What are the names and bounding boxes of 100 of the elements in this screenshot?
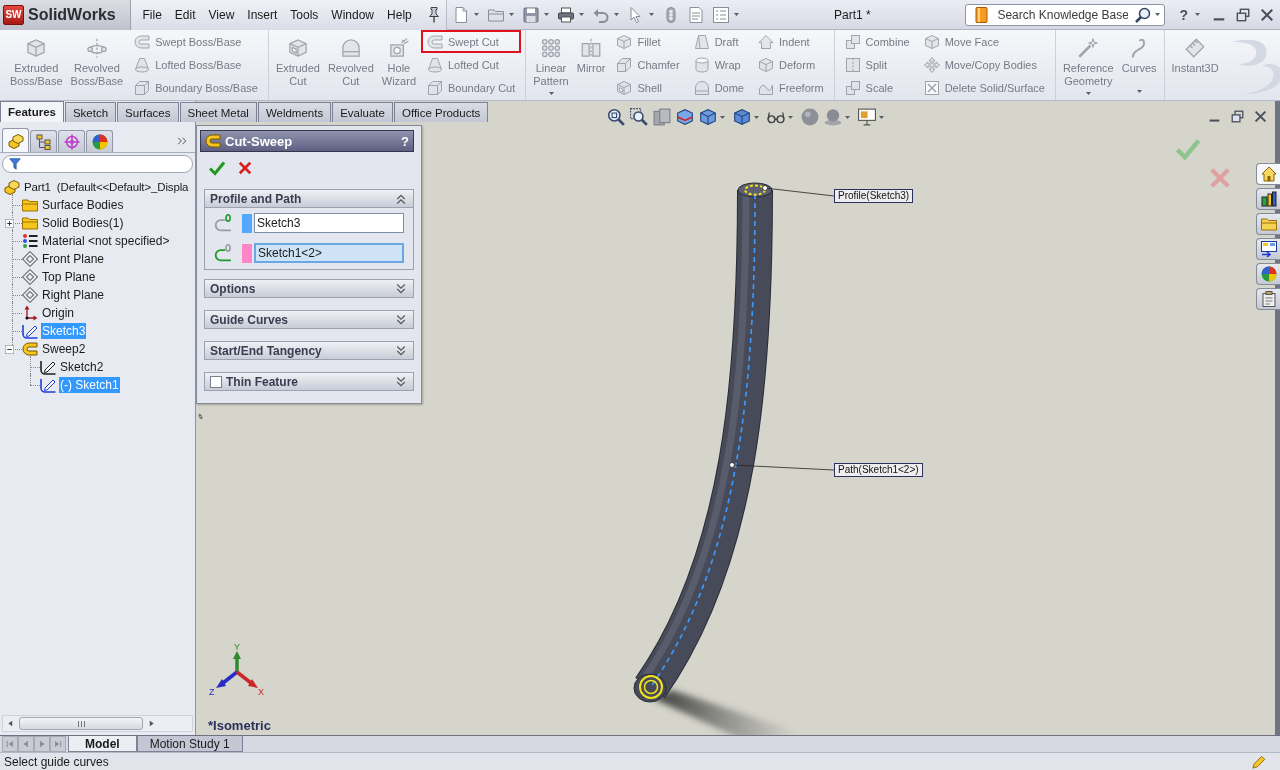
- tree-item[interactable]: Right Plane: [41, 287, 106, 303]
- caret-icon[interactable]: [649, 13, 655, 16]
- restore-icon[interactable]: [1231, 110, 1244, 123]
- plus-box-icon[interactable]: [5, 218, 14, 228]
- floppy-icon[interactable]: [523, 6, 540, 23]
- caret-icon[interactable]: [754, 115, 759, 119]
- zoom-area-icon[interactable]: [630, 108, 648, 126]
- tree-item[interactable]: Part1 (Default<<Default>_Displa: [23, 179, 190, 195]
- cube-icon: [616, 33, 633, 50]
- menu-item[interactable]: View: [202, 4, 241, 25]
- tab[interactable]: Evaluate: [332, 102, 393, 122]
- callout-label[interactable]: Path(Sketch1<2>): [834, 463, 923, 477]
- tree-item[interactable]: Top Plane: [41, 269, 97, 285]
- double-triangle-icon[interactable]: [197, 413, 204, 420]
- double-chevron-icon[interactable]: [177, 136, 187, 146]
- tab[interactable]: Sketch: [64, 102, 117, 122]
- selection-field[interactable]: Sketch3: [254, 213, 404, 233]
- caret-icon[interactable]: [509, 13, 515, 16]
- minus-box-icon[interactable]: [5, 344, 14, 354]
- tree-item[interactable]: Surface Bodies: [41, 197, 125, 213]
- printer-icon[interactable]: [558, 6, 575, 23]
- tab[interactable]: Surfaces: [117, 102, 179, 122]
- caret-icon[interactable]: [544, 13, 550, 16]
- task-pane-tab[interactable]: [1256, 288, 1280, 310]
- menu-item[interactable]: Help: [380, 4, 419, 25]
- pencil-icon: [1252, 754, 1266, 769]
- ok-button[interactable]: [208, 159, 226, 177]
- panel-tab[interactable]: [58, 130, 85, 152]
- caret-icon[interactable]: [720, 115, 725, 119]
- monitor-icon[interactable]: [858, 108, 876, 126]
- triangle-left-icon[interactable]: [7, 720, 14, 727]
- help-button[interactable]: ?: [401, 133, 409, 149]
- zoom-icon[interactable]: [607, 108, 625, 126]
- document-icon[interactable]: [688, 6, 705, 23]
- tab[interactable]: Features: [0, 101, 64, 122]
- tube-model[interactable]: [633, 182, 773, 703]
- folder-icon[interactable]: [488, 6, 505, 23]
- caret-icon: [1085, 92, 1091, 95]
- page-icon[interactable]: [453, 6, 470, 23]
- section-header[interactable]: Thin Feature: [204, 372, 414, 391]
- tab[interactable]: Office Products: [393, 102, 489, 122]
- menu-item[interactable]: Window: [324, 4, 381, 25]
- cube-icon[interactable]: [699, 108, 717, 126]
- section-header[interactable]: Options: [204, 279, 414, 298]
- tab[interactable]: Motion Study 1: [136, 736, 243, 752]
- caret-icon[interactable]: [474, 13, 480, 16]
- tree-item[interactable]: Front Plane: [41, 251, 106, 267]
- profile-circle[interactable]: [744, 184, 766, 196]
- tree-item[interactable]: Origin: [41, 305, 75, 321]
- tree-item[interactable]: Sweep2: [41, 341, 87, 357]
- selection-field[interactable]: Sketch1<2>: [254, 243, 404, 263]
- menu-item[interactable]: Tools: [283, 4, 325, 25]
- tab[interactable]: Sheet Metal: [179, 102, 257, 122]
- cube-icon[interactable]: [733, 108, 751, 126]
- caret-icon[interactable]: [579, 13, 585, 16]
- pages-icon[interactable]: [653, 108, 671, 126]
- restore-icon[interactable]: [1236, 7, 1250, 22]
- axes-icon: [22, 305, 38, 321]
- triangle-right-icon[interactable]: [148, 720, 155, 727]
- caret-icon[interactable]: [1155, 13, 1161, 16]
- close-icon[interactable]: [1254, 110, 1267, 123]
- undo-icon[interactable]: [593, 6, 610, 23]
- search-icon[interactable]: [1135, 6, 1152, 23]
- tree-item[interactable]: Material <not specified>: [41, 233, 171, 249]
- close-icon[interactable]: [1260, 7, 1274, 22]
- section-cube-icon[interactable]: [676, 108, 694, 126]
- scroll-thumb[interactable]: [19, 717, 143, 730]
- callout-label[interactable]: Profile(Sketch3): [834, 189, 914, 203]
- menu-item[interactable]: Edit: [168, 4, 203, 25]
- funnel-icon: [9, 158, 21, 170]
- check-icon[interactable]: [1176, 137, 1200, 161]
- section-header[interactable]: Guide Curves: [204, 310, 414, 329]
- search-field[interactable]: Search Knowledge Base: [965, 3, 1166, 26]
- filter-field[interactable]: [2, 155, 193, 173]
- tab[interactable]: Model: [68, 736, 137, 752]
- x-icon: [238, 161, 252, 175]
- menu-item[interactable]: Insert: [240, 4, 284, 25]
- caret-icon[interactable]: [879, 115, 884, 119]
- caret-icon[interactable]: [845, 115, 850, 119]
- tree-item[interactable]: Sketch2: [59, 359, 105, 375]
- section-title: Guide Curves: [210, 312, 290, 327]
- tab[interactable]: Weldments: [257, 102, 332, 122]
- horizontal-scrollbar[interactable]: [2, 715, 193, 732]
- checkbox[interactable]: [210, 375, 222, 388]
- tree-item[interactable]: Solid Bodies(1): [41, 215, 125, 231]
- caret-icon[interactable]: [614, 13, 620, 16]
- help-button[interactable]: ?: [1175, 6, 1204, 23]
- section-header[interactable]: Profile and Path: [204, 189, 414, 208]
- caret-icon[interactable]: [734, 13, 740, 16]
- task-pane-tab[interactable]: [1256, 188, 1280, 210]
- task-pane-tab[interactable]: [1256, 238, 1280, 260]
- panel-tab[interactable]: [2, 128, 29, 152]
- caret-icon[interactable]: [788, 115, 793, 119]
- panel-tab[interactable]: [86, 130, 113, 152]
- checklist-icon[interactable]: [713, 6, 730, 23]
- cancel-button[interactable]: [236, 159, 254, 177]
- section-header[interactable]: Start/End Tangency: [204, 341, 414, 360]
- menu-item[interactable]: File: [136, 4, 169, 25]
- end-circle[interactable]: [639, 675, 663, 699]
- panel-tab[interactable]: [30, 130, 57, 152]
